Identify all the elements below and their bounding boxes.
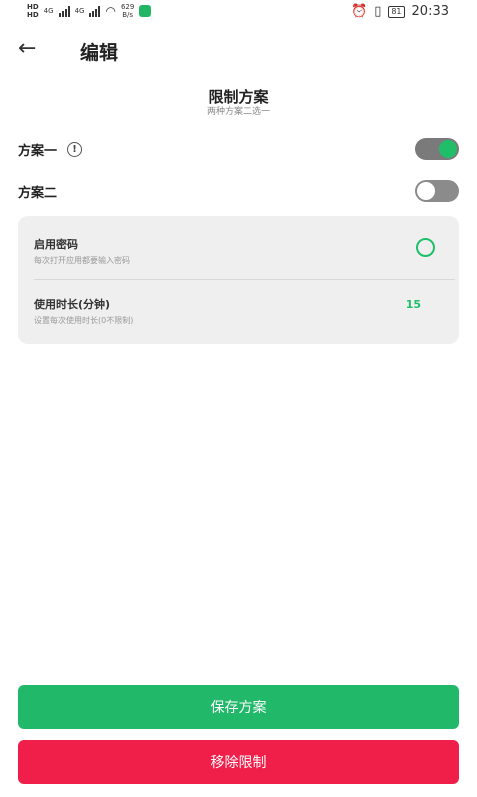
plan-one-row: 方案一 !: [18, 134, 459, 164]
toggle-knob: [417, 182, 435, 200]
app-notification-icon: [139, 5, 152, 17]
arrow-left-icon[interactable]: ←: [18, 36, 36, 61]
options-card: 启用密码 每次打开应用都要输入密码 使用时长(分钟) 设置每次使用时长(0不限制…: [18, 216, 459, 344]
alarm-icon: ⏰: [351, 4, 368, 19]
network-type-1: 4G: [43, 7, 54, 15]
plan-two-label: 方案二: [18, 185, 58, 201]
toggle-knob: [439, 140, 457, 158]
hd-indicator: HD HD: [27, 3, 39, 19]
password-radio[interactable]: [416, 238, 435, 257]
duration-option[interactable]: 使用时长(分钟) 设置每次使用时长(0不限制) 15: [34, 292, 443, 344]
signal-icon: [58, 5, 70, 17]
network-type-2: 4G: [74, 7, 85, 15]
status-time: 20:33: [411, 4, 449, 19]
remove-restriction-button[interactable]: 移除限制: [18, 740, 459, 784]
save-plan-button[interactable]: 保存方案: [18, 685, 459, 729]
battery-icon: 81: [388, 5, 405, 18]
signal-icon-2: [89, 5, 101, 17]
info-icon[interactable]: !: [67, 141, 83, 157]
password-option-subtitle: 每次打开应用都要输入密码: [34, 256, 130, 265]
divider: [34, 279, 455, 280]
plan-one-toggle[interactable]: [415, 138, 459, 160]
section-subtitle: 两种方案二选一: [206, 107, 270, 117]
duration-value[interactable]: 15: [406, 298, 421, 311]
network-speed: 629 B/s: [120, 3, 135, 19]
plan-two-toggle[interactable]: [415, 180, 459, 202]
duration-option-title: 使用时长(分钟): [34, 298, 111, 311]
status-bar: HD HD 4G 4G ◠ 629 B/s ⏰ ▯ 81 20:33: [0, 0, 477, 26]
page-title: 编辑: [80, 42, 119, 64]
plan-two-row: 方案二: [18, 176, 459, 206]
app-bar: ← 编辑: [0, 30, 477, 72]
password-option[interactable]: 启用密码 每次打开应用都要输入密码: [34, 232, 443, 284]
password-option-title: 启用密码: [34, 238, 78, 251]
duration-option-subtitle: 设置每次使用时长(0不限制): [34, 316, 134, 325]
status-right: ⏰ ▯ 81 20:33: [351, 4, 449, 19]
vibrate-icon: ▯: [374, 4, 382, 19]
status-left: HD HD 4G 4G ◠ 629 B/s: [27, 3, 152, 19]
plan-one-label: 方案一: [18, 143, 58, 159]
wifi-icon: ◠: [105, 4, 116, 18]
